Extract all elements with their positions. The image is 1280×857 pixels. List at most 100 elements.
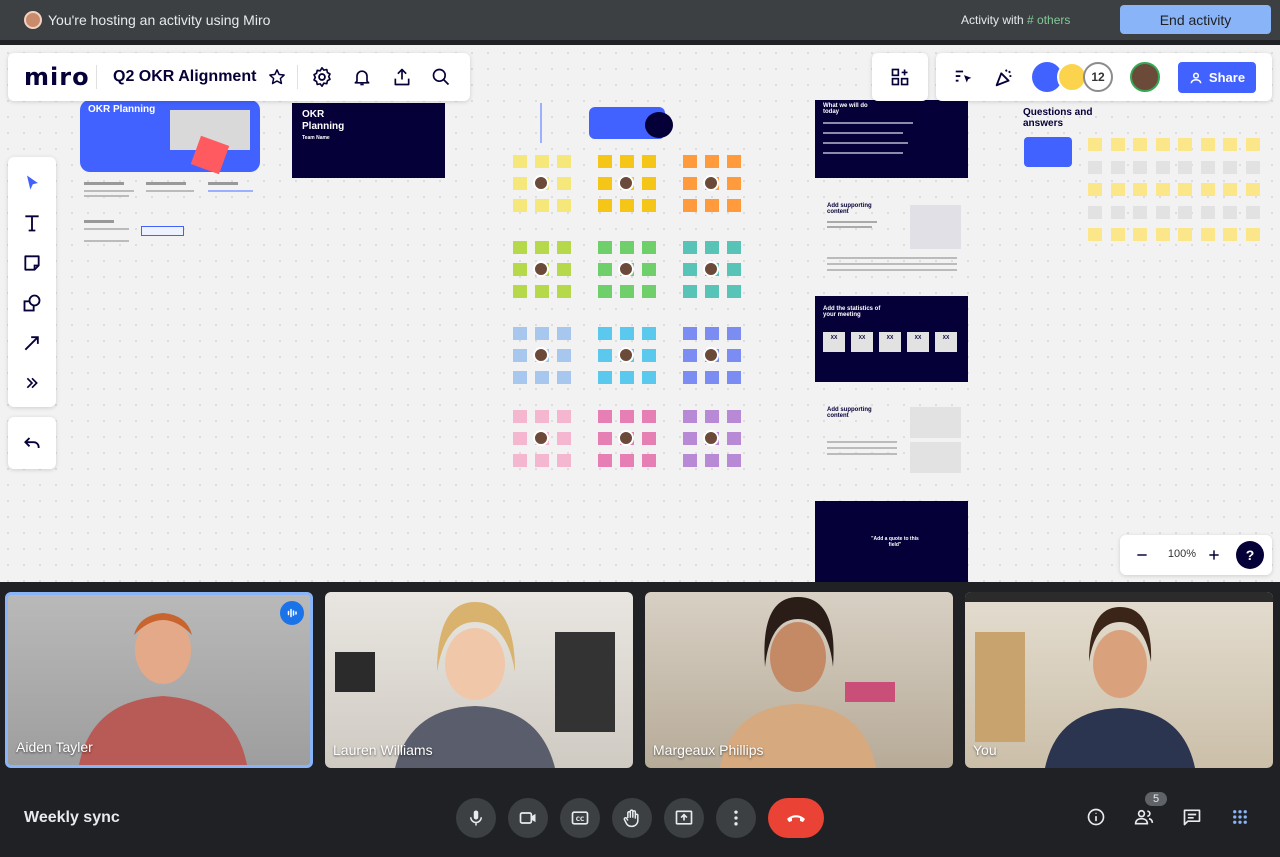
- sticky-note: [727, 432, 741, 445]
- celebrate-icon[interactable]: [992, 65, 1016, 89]
- share-label: Share: [1208, 70, 1246, 85]
- stat-box: XX: [907, 332, 929, 352]
- sticky-note: [513, 241, 527, 254]
- agenda-line: [823, 152, 903, 154]
- avatar: [703, 430, 719, 446]
- sticky-note: [1133, 183, 1147, 196]
- end-activity-button[interactable]: End activity: [1120, 5, 1271, 34]
- sticky-note: [642, 349, 656, 362]
- sticky-note: [1200, 228, 1215, 241]
- avatar: [533, 347, 549, 363]
- star-icon[interactable]: [265, 65, 289, 89]
- captions-button[interactable]: CC: [560, 798, 600, 838]
- sticky-note: [513, 263, 527, 276]
- text-line: [827, 263, 957, 265]
- selected-element: [141, 226, 184, 236]
- okr-planning-frame: OKR Planning: [80, 100, 260, 175]
- sticky-note: [1223, 205, 1237, 219]
- sticky-note: [1110, 205, 1125, 219]
- sticky-note: [535, 371, 549, 384]
- user-avatar[interactable]: [1130, 62, 1160, 92]
- participant-tile[interactable]: Margeaux Phillips: [645, 592, 953, 768]
- undo-icon[interactable]: [20, 431, 44, 455]
- sticky-note: [557, 410, 571, 423]
- zoom-out-icon[interactable]: [1130, 543, 1154, 567]
- sticky-note: [683, 349, 697, 362]
- participant-tile[interactable]: Lauren Williams: [325, 592, 633, 768]
- sticky-note: [557, 241, 571, 254]
- upload-icon[interactable]: [390, 65, 414, 89]
- camera-button[interactable]: [508, 798, 548, 838]
- video-camera-icon: [519, 812, 536, 824]
- participant-name: Aiden Tayler: [16, 739, 93, 755]
- sticky-note: [535, 241, 549, 254]
- sticky-note: [1133, 228, 1147, 241]
- self-view-tile[interactable]: You: [965, 592, 1273, 768]
- text-line: [827, 453, 897, 455]
- cursor-follow-icon[interactable]: [952, 65, 976, 89]
- avatar: [618, 430, 634, 446]
- text-line: [827, 257, 957, 259]
- present-screen-button[interactable]: [664, 798, 704, 838]
- bell-icon[interactable]: [350, 65, 374, 89]
- sticky-note: [683, 241, 697, 254]
- chat-icon[interactable]: [1180, 805, 1204, 829]
- connector-icon[interactable]: [20, 331, 44, 355]
- end-call-icon: [787, 815, 805, 822]
- activity-prefix: Activity with: [961, 13, 1024, 27]
- sticky-note-icon[interactable]: [20, 251, 44, 275]
- miro-board-canvas[interactable]: OKR Planning OKR Planning Team Name What…: [0, 45, 1280, 582]
- text-line: [84, 220, 114, 223]
- activity-others: # others: [1027, 13, 1071, 27]
- sticky-note: [513, 349, 527, 362]
- text-tool-icon[interactable]: [20, 211, 44, 235]
- collaborator-count-badge[interactable]: 12: [1083, 62, 1113, 92]
- more-options-button[interactable]: [716, 798, 756, 838]
- sticky-note: [598, 155, 612, 168]
- sticky-note: [620, 155, 634, 168]
- sticky-note: [1155, 228, 1170, 241]
- sticky-note: [642, 155, 656, 168]
- avatar: [618, 175, 634, 191]
- sticky-note: [620, 454, 634, 467]
- board-title[interactable]: Q2 OKR Alignment: [113, 68, 256, 86]
- sticky-note: [642, 263, 656, 276]
- activities-grid-icon[interactable]: [1228, 805, 1252, 829]
- select-tool-icon[interactable]: [20, 171, 44, 195]
- sticky-note: [1245, 138, 1260, 151]
- microphone-button[interactable]: [456, 798, 496, 838]
- more-tools-icon[interactable]: [20, 371, 44, 395]
- sticky-note: [1223, 160, 1237, 174]
- sticky-note: [1178, 205, 1192, 219]
- sticky-note: [642, 327, 656, 340]
- sticky-note: [705, 199, 719, 212]
- share-button[interactable]: Share: [1178, 62, 1256, 93]
- sticky-note: [1223, 183, 1237, 196]
- help-button[interactable]: ?: [1236, 541, 1264, 569]
- participant-tile[interactable]: Aiden Tayler: [5, 592, 313, 768]
- meeting-details-icon[interactable]: [1084, 805, 1108, 829]
- qa-instruction-card: [1024, 137, 1072, 167]
- sticky-note: [1088, 205, 1102, 219]
- participant-name: You: [973, 742, 997, 758]
- sticky-note: [642, 285, 656, 298]
- add-apps-icon[interactable]: [888, 65, 912, 89]
- search-icon[interactable]: [429, 65, 453, 89]
- image-placeholder: [910, 442, 961, 473]
- raise-hand-button[interactable]: [612, 798, 652, 838]
- sticky-note: [598, 432, 612, 445]
- zoom-in-icon[interactable]: [1202, 543, 1226, 567]
- zoom-level[interactable]: 100%: [1162, 548, 1202, 560]
- image-placeholder: [910, 407, 961, 438]
- settings-icon[interactable]: [310, 65, 334, 89]
- participant-count-badge: 5: [1145, 792, 1167, 806]
- avatar: [703, 347, 719, 363]
- shapes-icon[interactable]: [20, 291, 44, 315]
- sticky-note: [1200, 205, 1215, 219]
- sticky-note: [557, 199, 571, 212]
- quote-frame: "Add a quote to this field": [815, 501, 968, 582]
- leave-call-button[interactable]: [768, 798, 824, 838]
- text-line: [146, 182, 186, 185]
- people-icon[interactable]: [1132, 805, 1156, 829]
- sticky-note: [705, 371, 719, 384]
